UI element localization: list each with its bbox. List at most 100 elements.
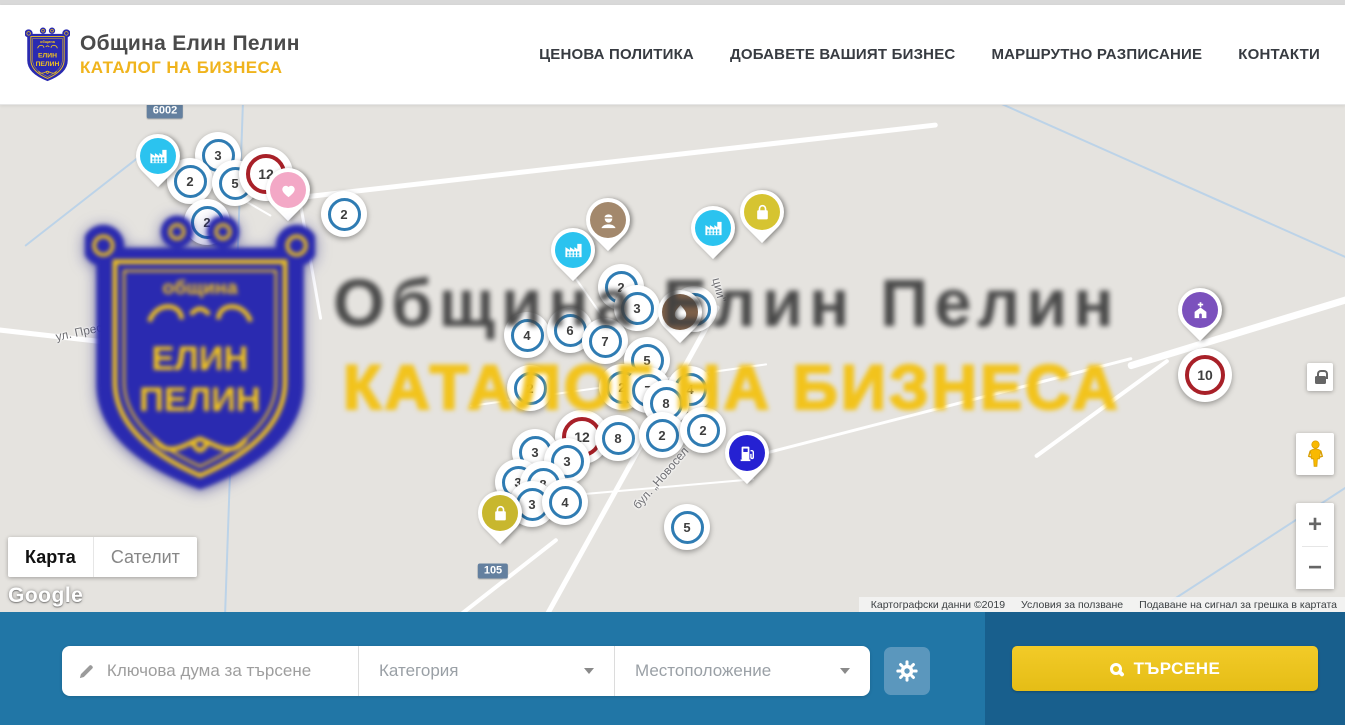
map-type-satellite-button[interactable]: Сателит: [93, 537, 197, 577]
map-type-control: Карта Сателит: [8, 537, 197, 577]
cluster-count: 3: [528, 497, 535, 512]
gear-icon: [896, 660, 918, 682]
cluster-marker[interactable]: 5: [664, 504, 710, 550]
google-logo[interactable]: Google: [8, 584, 83, 608]
bag-icon: [482, 495, 518, 531]
nav-item-pricing-policy[interactable]: ЦЕНОВА ПОЛИТИКА: [539, 46, 694, 63]
map-type-map-button[interactable]: Карта: [8, 537, 93, 577]
cluster-count: 5: [231, 176, 238, 191]
cluster-count: 4: [523, 328, 530, 343]
cluster-count: 5: [643, 353, 650, 368]
chevron-down-icon: [584, 668, 594, 674]
cluster-ring: 4: [549, 486, 582, 519]
cluster-count: 2: [203, 215, 210, 230]
brand-home-link[interactable]: Община Елин Пелин КАТАЛОГ НА БИЗНЕСА: [25, 27, 300, 83]
fuel-icon: [729, 435, 765, 471]
cluster-count: 5: [683, 520, 690, 535]
cluster-count: 8: [662, 396, 669, 411]
advanced-settings-button[interactable]: [884, 647, 930, 695]
worker-category-pin[interactable]: [586, 198, 630, 256]
keyword-field-wrap: [62, 646, 358, 696]
attribution-report-error-link[interactable]: Подаване на сигнал за грешка в картата: [1139, 599, 1337, 611]
cluster-marker[interactable]: 2: [680, 407, 726, 453]
attribution-terms-link[interactable]: Условия за ползване: [1021, 599, 1123, 611]
cluster-count: 8: [614, 431, 621, 446]
cluster-marker[interactable]: 4: [542, 479, 588, 525]
heart-icon: [270, 172, 306, 208]
site-title: Община Елин Пелин: [80, 32, 300, 56]
map-canvas[interactable]: 6002105ул. Преславбул. „Новоселции" 3251…: [0, 105, 1345, 612]
magnifier-icon: [1110, 663, 1122, 675]
cluster-count: 2: [699, 423, 706, 438]
attribution-copyright: Картографски данни ©2019: [871, 599, 1005, 611]
chevron-down-icon: [840, 668, 850, 674]
site-subtitle: КАТАЛОГ НА БИЗНЕСА: [80, 58, 300, 78]
location-dropdown-label: Местоположение: [635, 661, 771, 681]
cluster-marker[interactable]: 8: [595, 415, 641, 461]
search-bar: ТЪРСЕНЕ Категория Местоположение: [0, 612, 1345, 725]
zoom-in-button[interactable]: +: [1296, 504, 1334, 546]
cluster-ring: 2: [687, 414, 720, 447]
category-dropdown[interactable]: Категория: [358, 646, 614, 696]
church-icon: [1182, 292, 1218, 328]
cluster-ring: 2: [514, 372, 547, 405]
cluster-ring: 2: [646, 419, 679, 452]
cluster-count: 3: [563, 454, 570, 469]
cluster-marker[interactable]: 7: [582, 318, 628, 364]
cluster-count: 6: [566, 323, 573, 338]
cluster-marker[interactable]: 2: [507, 365, 553, 411]
factory-category-pin[interactable]: [136, 134, 180, 192]
map-attribution: Картографски данни ©2019 Условия за полз…: [859, 597, 1345, 612]
search-button-label: ТЪРСЕНЕ: [1134, 659, 1221, 679]
keyword-search-input[interactable]: [107, 661, 342, 681]
municipality-crest-logo: [25, 27, 70, 83]
flame-category-pin[interactable]: [658, 290, 702, 348]
factory-icon: [140, 138, 176, 174]
cluster-count: 4: [561, 495, 568, 510]
cluster-count: 7: [601, 334, 608, 349]
cluster-marker[interactable]: 2: [184, 199, 230, 245]
cluster-marker[interactable]: 2: [321, 191, 367, 237]
category-dropdown-label: Категория: [379, 661, 458, 681]
bag-category-pin[interactable]: [740, 190, 784, 248]
cluster-ring: 4: [511, 319, 544, 352]
street-view-pegman-button[interactable]: [1296, 433, 1334, 475]
map-markers: 325122223546752274812822333834510: [0, 105, 1345, 612]
cluster-ring: 2: [328, 198, 361, 231]
lock-icon: [1315, 376, 1326, 384]
cluster-ring: 2: [191, 206, 224, 239]
church-category-pin[interactable]: [1178, 288, 1222, 346]
cluster-count: 3: [531, 445, 538, 460]
brand-text: Община Елин Пелин КАТАЛОГ НА БИЗНЕСА: [80, 32, 300, 78]
location-dropdown[interactable]: Местоположение: [614, 646, 870, 696]
cluster-ring: 3: [621, 292, 654, 325]
bag-category-pin[interactable]: [478, 491, 522, 549]
pegman-icon: [1306, 440, 1325, 468]
lock-button[interactable]: [1307, 363, 1333, 391]
business-catalog-page: Община Елин Пелин КАТАЛОГ НА БИЗНЕСА ЦЕН…: [0, 0, 1345, 725]
header: Община Елин Пелин КАТАЛОГ НА БИЗНЕСА ЦЕН…: [0, 5, 1345, 105]
heart-category-pin[interactable]: [266, 168, 310, 226]
cluster-marker[interactable]: 4: [504, 312, 550, 358]
cluster-marker[interactable]: 2: [639, 412, 685, 458]
cluster-count: 2: [658, 428, 665, 443]
flame-icon: [662, 294, 698, 330]
search-bar-right-panel: ТЪРСЕНЕ: [985, 612, 1345, 725]
search-button[interactable]: ТЪРСЕНЕ: [1012, 646, 1318, 691]
factory-category-pin[interactable]: [691, 206, 735, 264]
main-nav: ЦЕНОВА ПОЛИТИКА ДОБАВЕТЕ ВАШИЯТ БИЗНЕС М…: [539, 46, 1320, 63]
worker-icon: [590, 202, 626, 238]
cluster-count: 10: [1197, 367, 1213, 383]
cluster-ring: 7: [589, 325, 622, 358]
nav-item-route-schedule[interactable]: МАРШРУТНО РАЗПИСАНИЕ: [991, 46, 1202, 63]
cluster-count: 2: [526, 381, 533, 396]
zoom-out-button[interactable]: −: [1296, 547, 1334, 589]
nav-item-contacts[interactable]: КОНТАКТИ: [1238, 46, 1320, 63]
fuel-category-pin[interactable]: [725, 431, 769, 489]
pencil-icon: [78, 662, 95, 681]
cluster-count: 2: [186, 174, 193, 189]
cluster-marker[interactable]: 10: [1178, 348, 1232, 402]
cluster-ring: 8: [602, 422, 635, 455]
nav-item-add-business[interactable]: ДОБАВЕТЕ ВАШИЯТ БИЗНЕС: [730, 46, 955, 63]
zoom-control: + −: [1296, 503, 1334, 589]
